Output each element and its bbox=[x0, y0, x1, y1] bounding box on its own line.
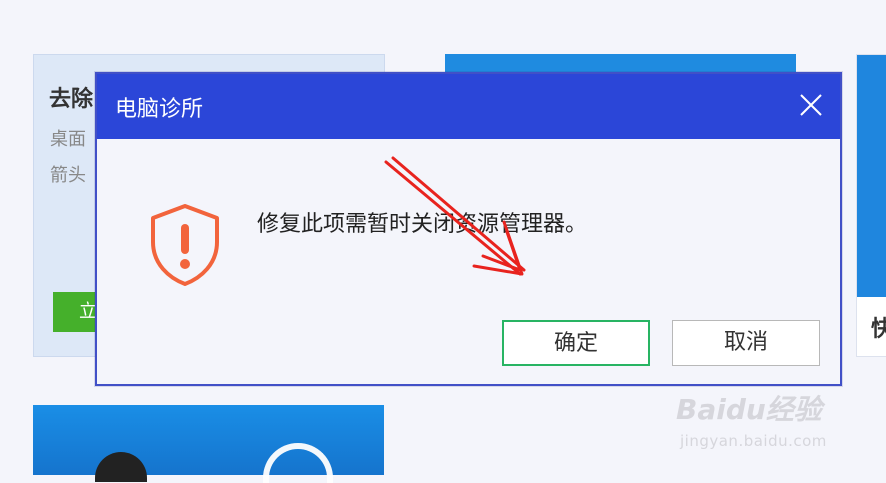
dialog-header: 电脑诊所 bbox=[97, 74, 840, 139]
card-banner bbox=[857, 55, 886, 297]
warning-shield-icon bbox=[147, 202, 223, 288]
watermark-logo: Baidu经验 bbox=[676, 393, 822, 426]
feature-card-right[interactable]: 快 bbox=[856, 54, 886, 357]
card-desc-line1: 桌面 bbox=[50, 129, 86, 150]
wifi-icon bbox=[263, 443, 333, 483]
watermark-url: jingyan.baidu.com bbox=[680, 432, 827, 450]
baidu-watermark: Baidu经验 jingyan.baidu.com bbox=[676, 378, 886, 458]
confirm-button[interactable]: 确定 bbox=[502, 320, 650, 366]
card-desc-line2: 箭头 bbox=[50, 165, 86, 186]
feature-card-middle[interactable] bbox=[445, 54, 796, 74]
dialog-message: 修复此项需暂时关闭资源管理器。 bbox=[257, 212, 588, 237]
close-icon[interactable] bbox=[796, 90, 826, 120]
card-title: 快 bbox=[871, 317, 886, 342]
dialog-title: 电脑诊所 bbox=[115, 97, 204, 122]
confirm-dialog: 电脑诊所 修复此项需暂时关闭资源管理器。 确定 取消 bbox=[95, 72, 842, 386]
feature-card-bottom[interactable] bbox=[33, 405, 384, 483]
qq-penguin-icon bbox=[95, 452, 147, 482]
card-title: 去除 bbox=[49, 87, 94, 112]
cancel-button[interactable]: 取消 bbox=[672, 320, 820, 366]
